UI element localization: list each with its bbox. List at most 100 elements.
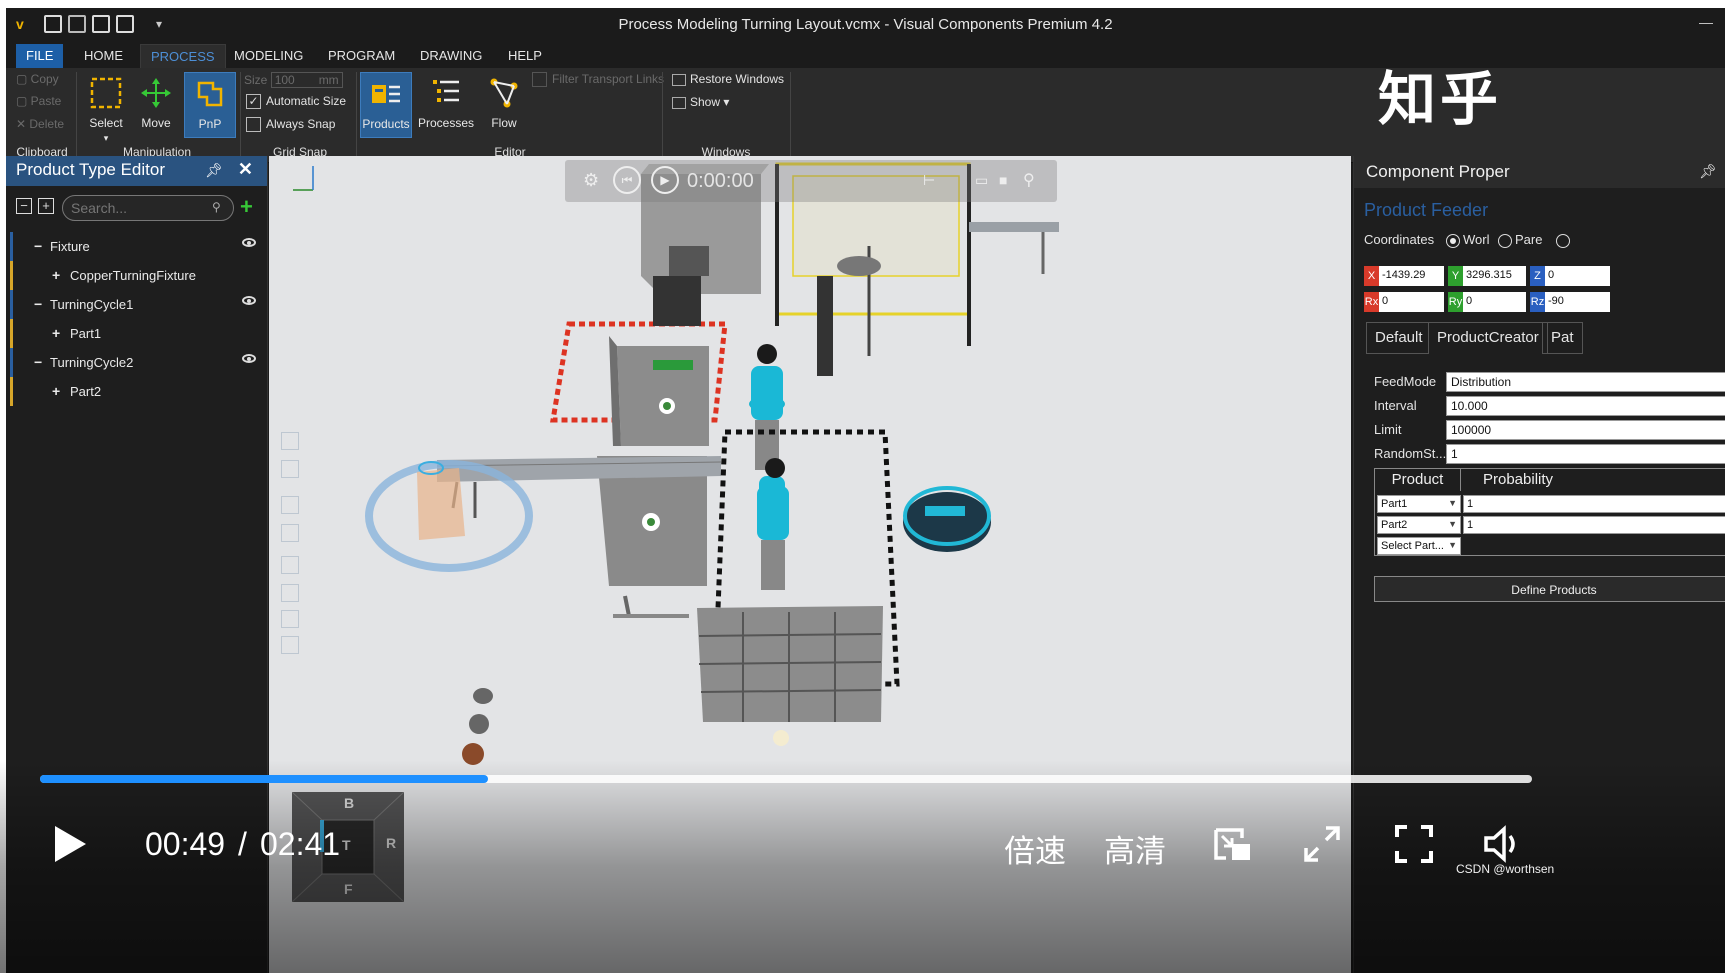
rx-field[interactable]: Rx 0 — [1364, 292, 1444, 312]
collapse-icon[interactable]: − — [34, 354, 42, 370]
tab-default[interactable]: Default — [1366, 322, 1432, 354]
settings-gear-icon[interactable]: ⚙ — [583, 170, 599, 191]
y-field[interactable]: Y 3296.315 — [1448, 266, 1526, 286]
product-select[interactable]: Select Part... ▼ — [1377, 537, 1461, 555]
record-video-icon[interactable]: ▭ — [975, 172, 988, 189]
pnp-button[interactable]: PnP — [184, 72, 236, 138]
property-value-field[interactable]: Distribution — [1446, 372, 1725, 392]
volume-icon[interactable] — [1482, 824, 1522, 864]
tree-item[interactable]: − TurningCycle1 — [6, 290, 264, 319]
tree-item[interactable]: + CopperTurningFixture — [6, 261, 264, 290]
view-mode-icon[interactable] — [281, 496, 299, 514]
tree-item[interactable]: − Fixture — [6, 232, 264, 261]
parent-coordinates-radio[interactable]: Pare — [1498, 232, 1542, 248]
tree-item[interactable]: + Part1 — [6, 319, 264, 348]
render-mode-icon[interactable] — [281, 556, 299, 574]
display-mode-icon[interactable] — [281, 636, 299, 654]
box-view-icon[interactable] — [281, 524, 299, 542]
ry-field[interactable]: Ry 0 — [1448, 292, 1526, 312]
collapse-icon[interactable]: − — [34, 238, 42, 254]
probability-field[interactable]: 1 — [1463, 516, 1725, 534]
product-select[interactable]: Part1 ▼ — [1377, 495, 1461, 513]
collapse-all-icon[interactable]: − — [16, 198, 32, 214]
tree-item-color-bar — [10, 348, 13, 377]
tab-product-creator[interactable]: ProductCreator — [1428, 322, 1548, 354]
collapse-icon[interactable]: − — [34, 296, 42, 312]
tab-process[interactable]: PROCESS — [140, 44, 226, 68]
automatic-size-checkbox[interactable]: ✓ Automatic Size — [246, 94, 346, 110]
tab-home[interactable]: HOME — [74, 44, 133, 68]
progress-fill — [40, 775, 488, 783]
expand-icon[interactable]: + — [52, 325, 60, 341]
tab-help[interactable]: HELP — [498, 44, 552, 68]
tab-path[interactable]: Pat — [1542, 322, 1583, 354]
grid-size-input[interactable]: 100 mm — [270, 72, 343, 88]
x-field[interactable]: X -1439.29 — [1364, 266, 1444, 286]
play-icon[interactable] — [50, 824, 90, 864]
delete-button[interactable]: ✕ Delete — [16, 117, 64, 131]
ry-tag: Ry — [1448, 292, 1463, 312]
picture-in-picture-icon[interactable] — [1212, 824, 1252, 864]
flow-button[interactable]: Flow — [478, 72, 530, 138]
close-icon[interactable]: ✕ — [238, 159, 253, 180]
products-button[interactable]: Products — [360, 72, 412, 138]
rz-field[interactable]: Rz -90 — [1530, 292, 1610, 312]
property-value-field[interactable]: 1 — [1446, 444, 1725, 464]
tree-item[interactable]: − TurningCycle2 — [6, 348, 264, 377]
paste-button[interactable]: ▢ Paste — [16, 94, 61, 108]
snap-mode-icon[interactable] — [281, 584, 299, 602]
pin-icon[interactable]: 📌︎ — [1699, 163, 1717, 180]
screenshot-frame: v ▾ Process Modeling Turning Layout.vcmx… — [0, 0, 1725, 973]
always-snap-checkbox[interactable]: Always Snap — [246, 117, 335, 133]
property-value-field[interactable]: 10.000 — [1446, 396, 1725, 416]
measure-icon[interactable]: ⊢ — [923, 172, 935, 189]
z-field[interactable]: Z0 — [1530, 266, 1610, 286]
restore-windows-button[interactable]: Restore Windows — [672, 72, 784, 86]
component-name[interactable]: Product Feeder — [1364, 200, 1488, 221]
search-input[interactable] — [62, 195, 234, 221]
playback-speed-button[interactable]: 倍速 — [1004, 826, 1066, 871]
visibility-eye-icon[interactable] — [242, 238, 256, 247]
world-coordinates-radio[interactable]: Worl — [1446, 232, 1489, 248]
grid-mode-icon[interactable] — [281, 610, 299, 628]
tab-modeling[interactable]: MODELING — [224, 44, 313, 68]
expand-icon[interactable]: + — [52, 383, 60, 399]
tree-item[interactable]: + Part2 — [6, 377, 264, 406]
tab-program[interactable]: PROGRAM — [318, 44, 405, 68]
pin-icon[interactable]: 📌︎ — [205, 162, 223, 179]
zhihu-watermark: 知乎 — [1378, 65, 1503, 133]
expand-icon[interactable]: + — [52, 267, 60, 283]
property-label: FeedMode — [1374, 374, 1437, 389]
probability-field[interactable]: 1 — [1463, 495, 1725, 513]
play-simulation-icon[interactable]: ▶ — [651, 166, 679, 194]
filter-icon[interactable]: ⚲ — [1023, 170, 1035, 190]
tree-item-color-bar — [10, 290, 13, 319]
define-products-button[interactable]: Define Products — [1374, 576, 1725, 602]
fit-view-icon[interactable] — [281, 432, 299, 450]
fill-selection-icon[interactable] — [281, 460, 299, 478]
select-button[interactable]: Select ▾ — [80, 72, 132, 143]
fullscreen-icon[interactable] — [1394, 824, 1434, 864]
visibility-eye-icon[interactable] — [242, 354, 256, 363]
add-product-icon[interactable]: + — [240, 194, 253, 220]
web-fullscreen-icon[interactable] — [1302, 824, 1342, 864]
show-button[interactable]: Show ▾ — [672, 95, 729, 109]
tab-file[interactable]: FILE — [16, 44, 64, 68]
property-value-field[interactable]: 100000 — [1446, 420, 1725, 440]
filter-transport-links-checkbox[interactable]: Filter Transport Links — [532, 72, 664, 88]
minimize-icon[interactable]: — — [1699, 14, 1713, 30]
product-select[interactable]: Part2 ▼ — [1377, 516, 1461, 534]
reset-simulation-icon[interactable]: ⏮ — [613, 166, 641, 194]
expand-all-icon[interactable]: + — [38, 198, 54, 214]
copy-button[interactable]: ▢ Copy — [16, 72, 59, 86]
product-select-value: Part1 — [1381, 498, 1408, 510]
object-coordinates-radio[interactable] — [1556, 232, 1573, 248]
grid-size-field[interactable]: Size 100 mm — [244, 72, 343, 88]
tab-drawing[interactable]: DRAWING — [410, 44, 492, 68]
move-button[interactable]: Move — [130, 72, 182, 138]
product-probability-table: Product Probability Part1 ▼ 1 Part2 ▼ 1 Select… — [1374, 468, 1725, 556]
quality-button[interactable]: 高清 — [1104, 826, 1166, 871]
processes-button[interactable]: Processes — [416, 72, 476, 138]
camera-icon[interactable]: ■ — [999, 172, 1007, 188]
visibility-eye-icon[interactable] — [242, 296, 256, 305]
